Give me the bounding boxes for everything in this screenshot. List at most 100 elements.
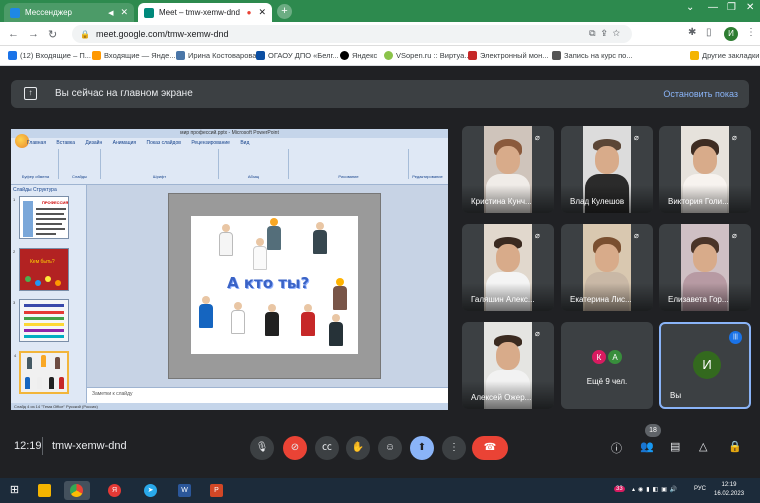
self-tile[interactable]: И ||| Вы [659, 322, 751, 409]
ribbon-group: Шрифт [101, 149, 219, 179]
info-icon[interactable]: ⓘ [611, 440, 622, 456]
taskbar-yandex[interactable]: Я [102, 481, 128, 500]
figure-head [332, 314, 340, 322]
ribbon-tab: Вид [240, 140, 250, 146]
group-caption: Слайды [72, 174, 87, 179]
more-options-button[interactable]: ⋮ [442, 436, 466, 460]
bookmark-item[interactable]: Входящие — Янде... [92, 51, 176, 60]
bookmark-label: Входящие — Янде... [104, 51, 176, 60]
captions-button[interactable]: ㏄ [315, 436, 339, 460]
figure-worker [199, 296, 213, 328]
menu-icon[interactable]: ⋮ [746, 27, 756, 38]
emoji-button[interactable]: ☺ [378, 436, 402, 460]
decor-ball [45, 276, 51, 282]
maximize-button[interactable]: ❐ [727, 2, 736, 13]
ribbon-tab: Показ слайдов [146, 140, 181, 146]
taskbar-chrome[interactable] [64, 481, 90, 500]
present-button[interactable]: ⬆ [410, 436, 434, 460]
people-icon[interactable]: 👥 [640, 440, 654, 453]
speaking-indicator-icon: ||| [729, 331, 742, 344]
participant-name: Елизавета Гор... [668, 295, 729, 304]
close-tab-icon[interactable]: ✕ [258, 7, 266, 18]
participants-count-badge: 18 [645, 424, 661, 437]
participant-tile[interactable]: ⌀ Влад Кулешов [561, 126, 653, 213]
close-tab-icon[interactable]: ✕ [120, 7, 128, 18]
raise-hand-button[interactable]: ✋ [346, 436, 370, 460]
back-icon[interactable]: ← [8, 28, 19, 40]
taskbar-date: 16.02.2023 [714, 491, 745, 497]
group-caption: Рисование [338, 174, 359, 179]
minimize-button[interactable]: — [708, 2, 718, 13]
tray-icons[interactable]: ▴◉▮◧▣🔊 [632, 486, 680, 493]
more-participants-tile[interactable]: К А Ещё 9 чел. [561, 322, 653, 409]
host-controls-icon[interactable]: 🔒 [728, 440, 742, 453]
thumb-title: ПРОФЕССИЯ [42, 200, 69, 205]
figure-chef [301, 304, 315, 336]
camera-off-button[interactable]: ⊘ [283, 436, 307, 460]
participant-tile[interactable]: ⌀ Галяшин Алекс... [462, 224, 554, 311]
other-bookmarks[interactable]: Другие закладки [690, 51, 759, 60]
figure-body [219, 232, 233, 256]
stop-presenting-button[interactable]: Остановить показ [663, 89, 738, 99]
tab-meet[interactable]: Meet – tmw-xemw-dnd ● ✕ [138, 3, 272, 22]
figure-businesswoman [265, 304, 279, 336]
start-button[interactable]: ⊞ [2, 481, 28, 500]
mail-icon [8, 51, 17, 60]
taskbar-clock[interactable]: 12:19 16.02.2023 [714, 481, 744, 499]
slides-pane: Слайды Структура 1 ПРОФЕССИЯ 2 Кем быть?… [11, 185, 87, 403]
messenger-icon [10, 7, 20, 18]
banner-text: Вы сейчас на главном экране [55, 88, 193, 99]
taskbar-word[interactable]: W [172, 481, 198, 500]
extensions-icon[interactable]: ✱ [688, 27, 696, 38]
participant-name: Галяшин Алекс... [471, 295, 535, 304]
bookmark-item[interactable]: Электронный мон... [468, 51, 549, 60]
current-slide: А кто ты? [191, 216, 358, 354]
participant-avatar: К [591, 349, 607, 365]
bookmark-item[interactable]: Ирина Костоварова [176, 51, 256, 60]
thumb-figure [37, 377, 42, 389]
bookmark-item[interactable]: (12) Входящие – П... [8, 51, 91, 60]
url-text: meet.google.com/tmw-xemw-dnd [95, 29, 229, 39]
forward-icon[interactable]: → [28, 28, 39, 40]
participant-tile[interactable]: ⌀ Алексей Ожер... [462, 322, 554, 409]
presenting-banner: ↑ Вы сейчас на главном экране Остановить… [11, 80, 749, 108]
bookmark-item[interactable]: VSopen.ru :: Виртуа... [384, 51, 471, 60]
new-tab-button[interactable]: + [277, 4, 292, 19]
hang-up-button[interactable]: ☎ [472, 436, 508, 460]
thumb-figure [55, 357, 60, 369]
color-bar [24, 323, 64, 326]
participant-tile[interactable]: ⌀ Екатерина Лис... [561, 224, 653, 311]
tab-search-icon[interactable]: ⌄ [686, 2, 694, 13]
profile-avatar[interactable]: И [724, 27, 738, 41]
thumb-number: 1 [13, 197, 16, 202]
bookmark-item[interactable]: ОГАОУ ДПО «Белг... [256, 51, 339, 60]
text-line [36, 223, 62, 225]
word-icon: W [178, 484, 191, 497]
bookmark-item[interactable]: Запись на курс по... [552, 51, 633, 60]
bookmark-item[interactable]: Яндекс [340, 51, 377, 60]
taskbar-telegram[interactable]: ➤ [138, 481, 164, 500]
face [496, 244, 520, 272]
participant-tile[interactable]: ⌀ Кристина Кунч... [462, 126, 554, 213]
close-window-button[interactable]: ✕ [746, 2, 754, 13]
taskbar-powerpoint[interactable]: P [204, 481, 230, 500]
sidepanel-icon[interactable]: ▯ [706, 27, 712, 38]
text-line [36, 218, 66, 220]
thumb-figure [41, 355, 46, 367]
omnibox-actions[interactable]: ⧉⇪☆ [589, 28, 626, 39]
url-bar[interactable]: 🔒 meet.google.com/tmw-xemw-dnd ⧉⇪☆ [72, 25, 632, 43]
language-indicator[interactable]: РУС [694, 486, 706, 492]
reload-icon[interactable]: ↻ [48, 28, 57, 41]
mic-button[interactable]: 🎙 [250, 436, 274, 460]
participant-tile[interactable]: ⌀ Елизавета Гор... [659, 224, 751, 311]
telegram-icon: ➤ [144, 484, 157, 497]
taskbar-explorer[interactable] [32, 481, 58, 500]
yandex-mail-icon [92, 51, 101, 60]
thumb-number: 4 [14, 353, 17, 358]
participant-tile[interactable]: ⌀ Виктория Голи... [659, 126, 751, 213]
recording-icon: ● [246, 8, 252, 17]
activities-icon[interactable]: △ [699, 440, 707, 453]
chat-icon[interactable]: ▤ [670, 440, 680, 453]
figure-head [268, 304, 276, 312]
tab-messenger[interactable]: Мессенджер ◀ ✕ [4, 3, 134, 22]
